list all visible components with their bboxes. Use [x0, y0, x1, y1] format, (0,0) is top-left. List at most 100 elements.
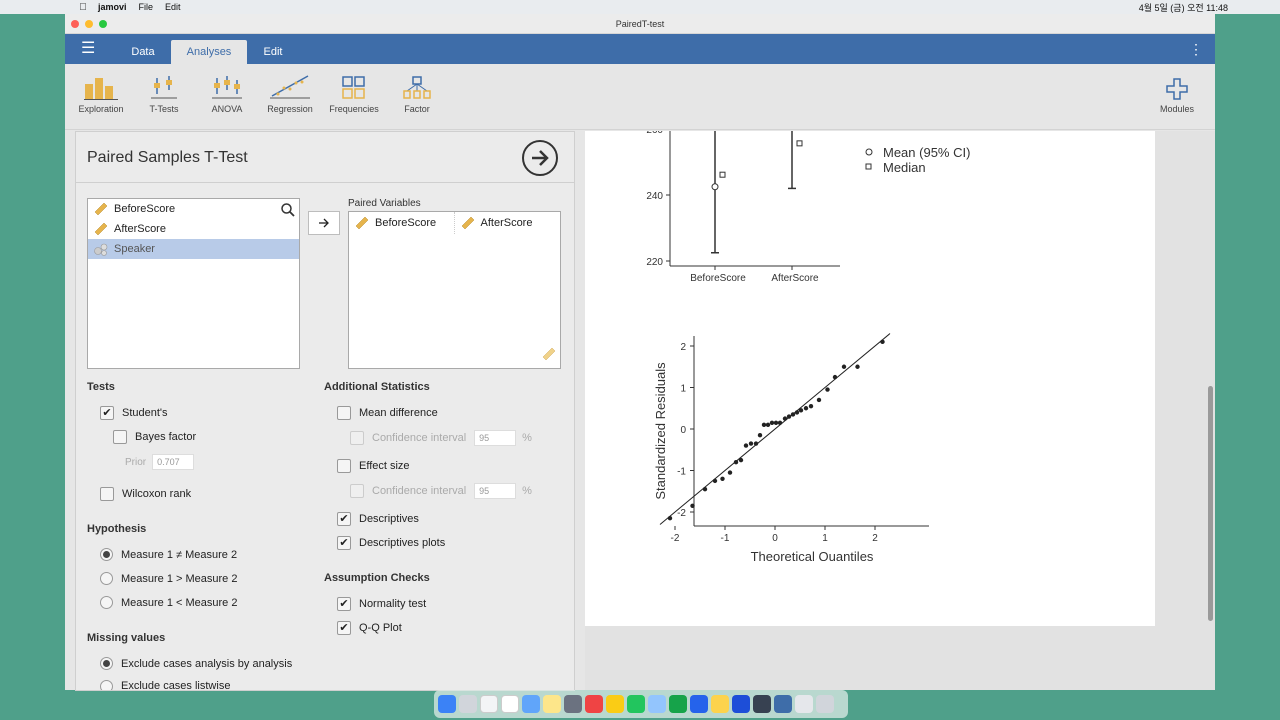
descriptives-checkbox[interactable]: ✔ — [337, 512, 351, 526]
qq-plot-option[interactable]: ✔ Q-Q Plot — [337, 621, 402, 635]
missing-analysis-radio[interactable] — [100, 657, 113, 670]
kakaotalk-icon[interactable] — [711, 695, 729, 713]
launchpad-icon[interactable] — [459, 695, 477, 713]
mean-difference-label: Mean difference — [359, 407, 438, 419]
trash-icon[interactable] — [816, 695, 834, 713]
wilcoxon-option[interactable]: Wilcoxon rank — [100, 487, 191, 501]
ribbon-ttests-button[interactable]: T-Tests — [141, 74, 187, 114]
ribbon-anova-button[interactable]: ANOVA — [205, 74, 249, 114]
jamovi-icon[interactable] — [774, 695, 792, 713]
x-axis-label: Theoretical Quantiles — [751, 549, 874, 561]
close-window-button[interactable] — [71, 20, 79, 28]
nominal-variable-icon — [94, 242, 108, 256]
menu-clock[interactable]: 4월 5일 (금) 오전 11:48 — [1139, 1, 1228, 14]
zoom-window-button[interactable] — [99, 20, 107, 28]
mail-icon[interactable] — [522, 695, 540, 713]
window-title: PairedT-test — [615, 19, 665, 29]
finder-icon[interactable] — [438, 695, 456, 713]
calendar-icon[interactable] — [480, 695, 498, 713]
effect-size-checkbox[interactable] — [337, 459, 351, 473]
ribbon-exploration-button[interactable]: Exploration — [77, 74, 125, 114]
bayes-checkbox[interactable] — [113, 430, 127, 444]
descriptives-option[interactable]: ✔ Descriptives — [337, 512, 419, 526]
preview-icon[interactable] — [648, 695, 666, 713]
normality-test-option[interactable]: ✔ Normality test — [337, 597, 426, 611]
hypothesis-lt-option[interactable]: Measure 1 < Measure 2 — [100, 596, 237, 609]
ribbon-frequencies-button[interactable]: Frequencies — [327, 74, 381, 114]
prior-input[interactable]: 0.707 — [152, 454, 195, 470]
more-options-icon[interactable]: ⋮ — [1189, 41, 1203, 58]
es-ci-input[interactable]: 95 — [474, 483, 517, 499]
search-icon[interactable] — [281, 203, 295, 220]
move-right-button[interactable] — [308, 211, 340, 235]
chrome-icon[interactable] — [606, 695, 624, 713]
students-checkbox[interactable]: ✔ — [100, 406, 114, 420]
continuous-type-icon — [542, 347, 556, 364]
pair-left-cell[interactable]: BeforeScore — [349, 212, 455, 234]
x-tick-label: BeforeScore — [690, 273, 746, 284]
median-point — [796, 140, 803, 147]
es-ci-checkbox[interactable] — [350, 484, 364, 498]
md-ci-input[interactable]: 95 — [474, 430, 517, 446]
screen-icon[interactable] — [753, 695, 771, 713]
mean-difference-checkbox[interactable] — [337, 406, 351, 420]
hypothesis-neq-option[interactable]: Measure 1 ≠ Measure 2 — [100, 548, 237, 561]
pair-right-cell[interactable]: AfterScore — [455, 212, 561, 234]
qq-point — [782, 416, 788, 421]
menu-app-name[interactable]: jamovi — [98, 2, 127, 12]
qq-point — [702, 486, 708, 492]
hypothesis-lt-radio[interactable] — [100, 596, 113, 609]
browser-icon[interactable] — [627, 695, 645, 713]
missing-analysis-option[interactable]: Exclude cases analysis by analysis — [100, 657, 292, 670]
qq-plot-checkbox[interactable]: ✔ — [337, 621, 351, 635]
list-item[interactable]: BeforeScore — [88, 199, 299, 219]
excel-icon[interactable] — [669, 695, 687, 713]
qq-point — [769, 420, 775, 425]
wilcoxon-checkbox[interactable] — [100, 487, 114, 501]
descriptives-plots-checkbox[interactable]: ✔ — [337, 536, 351, 550]
results-scrollbar[interactable] — [1208, 386, 1213, 621]
word-icon[interactable] — [732, 695, 750, 713]
reminders-icon[interactable] — [501, 695, 519, 713]
hamburger-menu-icon[interactable]: ☰ — [81, 41, 95, 57]
notes-icon[interactable] — [543, 695, 561, 713]
pair-row[interactable]: BeforeScore AfterScore — [349, 212, 560, 234]
ribbon-factor-button[interactable]: Factor — [395, 74, 439, 114]
list-item[interactable]: Speaker — [88, 239, 299, 259]
hypothesis-gt-radio[interactable] — [100, 572, 113, 585]
ribbon-modules-button[interactable]: Modules — [1151, 74, 1203, 114]
tab-data[interactable]: Data — [117, 40, 169, 64]
normality-test-checkbox[interactable]: ✔ — [337, 597, 351, 611]
apple-icon[interactable]:  — [78, 2, 88, 13]
variable-list[interactable]: BeforeScore AfterScore Speaker — [87, 198, 300, 369]
qq-point — [808, 403, 814, 409]
missing-listwise-radio[interactable] — [100, 680, 113, 690]
effect-size-option[interactable]: Effect size — [337, 459, 410, 473]
zoom-icon[interactable] — [690, 695, 708, 713]
paired-variables-box[interactable]: BeforeScore AfterScore — [348, 211, 561, 369]
bayes-option[interactable]: Bayes factor — [113, 430, 196, 444]
md-ci-checkbox[interactable] — [350, 431, 364, 445]
mean-difference-option[interactable]: Mean difference — [337, 406, 438, 420]
minimize-window-button[interactable] — [85, 20, 93, 28]
legend-median-label: Median — [883, 160, 926, 175]
descriptives-plots-option[interactable]: ✔ Descriptives plots — [337, 536, 445, 550]
missing-listwise-option[interactable]: Exclude cases listwise — [100, 680, 230, 690]
photo-booth-icon[interactable] — [585, 695, 603, 713]
menu-edit[interactable]: Edit — [165, 2, 181, 12]
ribbon-regression-button[interactable]: Regression — [265, 74, 315, 114]
students-option[interactable]: ✔ Student's — [100, 406, 168, 420]
folder-icon[interactable] — [795, 695, 813, 713]
hypothesis-neq-radio[interactable] — [100, 548, 113, 561]
main-tab-bar: ☰ Data Analyses Edit ⋮ — [65, 34, 1215, 64]
list-item[interactable]: AfterScore — [88, 219, 299, 239]
menu-file[interactable]: File — [139, 2, 154, 12]
arrow-right-circle-icon[interactable] — [522, 140, 558, 176]
tab-edit[interactable]: Edit — [249, 40, 297, 64]
qq-point — [832, 374, 838, 380]
qq-point — [841, 364, 847, 369]
median-point — [719, 171, 726, 178]
hypothesis-gt-option[interactable]: Measure 1 > Measure 2 — [100, 572, 237, 585]
settings-icon[interactable] — [564, 695, 582, 713]
tab-analyses[interactable]: Analyses — [171, 40, 247, 64]
